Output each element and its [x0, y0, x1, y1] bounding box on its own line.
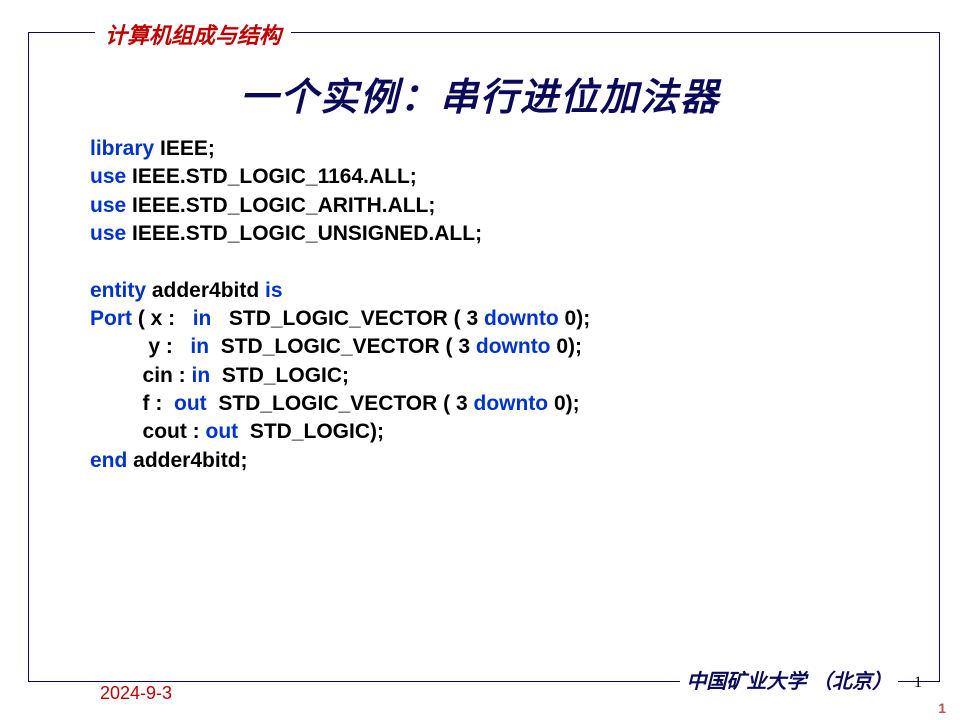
code-line: y : in STD_LOGIC_VECTOR ( 3 downto 0);: [90, 333, 900, 361]
code-line: Port ( x : in STD_LOGIC_VECTOR ( 3 downt…: [90, 305, 900, 333]
page-number-outer: 1: [938, 700, 946, 716]
code-line: f : out STD_LOGIC_VECTOR ( 3 downto 0);: [90, 390, 900, 418]
code-line: cout : out STD_LOGIC);: [90, 418, 900, 446]
slide-title: 一个实例：串行进位加法器: [0, 66, 960, 121]
code-line: [90, 248, 900, 276]
code-line: use IEEE.STD_LOGIC_UNSIGNED.ALL;: [90, 220, 900, 248]
code-line: entity adder4bitd is: [90, 277, 900, 305]
code-line: use IEEE.STD_LOGIC_ARITH.ALL;: [90, 192, 900, 220]
page-number-inner: 1: [914, 674, 922, 692]
university-name: 中国矿业大学 （北京）: [680, 665, 898, 694]
course-name: 计算机组成与结构: [95, 18, 291, 50]
code-line: use IEEE.STD_LOGIC_1164.ALL;: [90, 163, 900, 191]
code-line: library IEEE;: [90, 135, 900, 163]
footer-date: 2024-9-3: [100, 683, 172, 704]
vhdl-code: library IEEE; use IEEE.STD_LOGIC_1164.AL…: [90, 135, 900, 475]
code-line: end adder4bitd;: [90, 447, 900, 475]
code-line: cin : in STD_LOGIC;: [90, 362, 900, 390]
